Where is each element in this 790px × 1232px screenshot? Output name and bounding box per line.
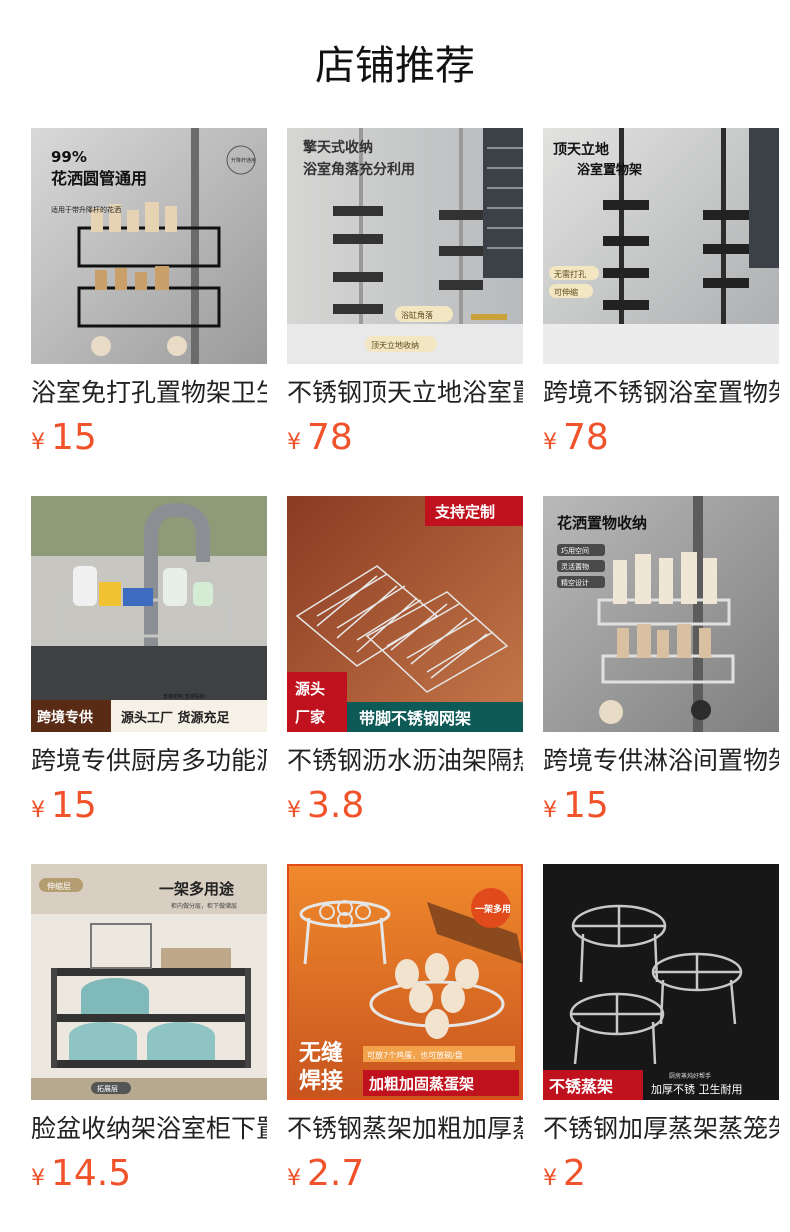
image-bigtext: 焊接 <box>299 1069 343 1094</box>
product-name[interactable]: 不锈钢顶天立地浴室置物架 <box>287 376 523 410</box>
product-image[interactable]: 支持定制 源头 厂家 带脚不锈钢网架 <box>287 496 523 732</box>
image-tag: 拓展层 <box>97 1084 118 1093</box>
currency-symbol: ¥ <box>287 1166 301 1191</box>
product-price: ¥15 <box>31 416 97 466</box>
image-headline: 花洒圆管通用 <box>51 169 147 188</box>
product-card[interactable]: 花洒置物收纳 巧用空间 灵活置物 精空设计 跨境专供淋浴间置物架 ¥15 <box>543 496 779 826</box>
product-name[interactable]: 不锈钢沥水沥油架隔热架 <box>287 744 523 778</box>
product-card[interactable]: 顶天立地 浴室置物架 无需打孔 可伸缩 跨境不锈钢浴室置物架 ¥78 <box>543 128 779 458</box>
product-image[interactable]: 擎天式收纳 浴室角落充分利用 浴缸角落 顶天立地收纳 <box>287 128 523 364</box>
product-image[interactable]: 花洒置物收纳 巧用空间 灵活置物 精空设计 <box>543 496 779 732</box>
product-image[interactable]: 不锈蒸架 厨房蒸炖好帮手 加厚不锈 卫生耐用 <box>543 864 779 1100</box>
product-name[interactable]: 跨境专供淋浴间置物架 <box>543 744 779 778</box>
price-value: 2.7 <box>307 1153 365 1194</box>
product-price: ¥2.7 <box>287 1152 364 1202</box>
price-value: 15 <box>563 785 609 826</box>
currency-symbol: ¥ <box>31 798 45 823</box>
image-bigtext: 无缝 <box>299 1040 343 1066</box>
image-stamp: 升降杆通用 <box>231 157 256 164</box>
product-price: ¥78 <box>543 416 609 466</box>
image-headline: 擎天式收纳 <box>303 139 373 156</box>
currency-symbol: ¥ <box>543 1166 557 1191</box>
image-tag: 伸缩层 <box>47 881 71 891</box>
product-name[interactable]: 浴室免打孔置物架卫生间 <box>31 376 267 410</box>
image-badge: 厂家 <box>295 708 325 726</box>
image-badge: 源头 <box>295 680 325 698</box>
product-card[interactable]: 99% 花洒圆管通用 适用于带升降杆的花洒 升降杆通用 浴室免打孔置物架卫生间 … <box>31 128 267 458</box>
price-value: 15 <box>51 417 97 458</box>
image-tag: 浴缸角落 <box>401 310 433 320</box>
image-banner: 加粗加固蒸蛋架 <box>368 1075 474 1093</box>
image-subtext: 柜内做分层，柜下做储层 <box>171 902 237 910</box>
image-tag: 顶天立地收纳 <box>371 340 419 350</box>
price-value: 78 <box>563 417 609 458</box>
image-headline: 浴室置物架 <box>577 162 642 178</box>
product-image[interactable]: 一架多用 无缝 焊接 可放7个鸡蛋，也可放碗/盘 加粗加固蒸蛋架 <box>287 864 523 1100</box>
image-subtext: 适用于带升降杆的花洒 <box>51 205 121 214</box>
image-headline: 顶天立地 <box>553 141 609 158</box>
page-title: 店铺推荐 <box>315 43 475 89</box>
image-headline: 一架多用途 <box>159 880 235 898</box>
price-value: 78 <box>307 417 353 458</box>
currency-symbol: ¥ <box>543 430 557 455</box>
image-subtext: 加厚不锈 卫生耐用 <box>651 1082 743 1096</box>
product-price: ¥78 <box>287 416 353 466</box>
product-price: ¥14.5 <box>31 1152 131 1202</box>
image-banner: 源头工厂 货源充足 <box>121 710 231 726</box>
image-tag: 无需打孔 <box>554 269 586 279</box>
image-tag: 可伸缩 <box>554 287 578 297</box>
image-tag: 巧用空间 <box>561 546 589 555</box>
product-card[interactable]: 擎天式收纳 浴室角落充分利用 浴缸角落 顶天立地收纳 不锈钢顶天立地浴室置物架 … <box>287 128 523 458</box>
product-card[interactable]: 一架多用 无缝 焊接 可放7个鸡蛋，也可放碗/盘 加粗加固蒸蛋架 不锈钢蒸架加粗… <box>287 864 523 1194</box>
product-price: ¥15 <box>543 784 609 834</box>
product-price: ¥3.8 <box>287 784 364 834</box>
image-subtext: 可放7个鸡蛋，也可放碗/盘 <box>367 1050 463 1060</box>
image-banner-small: 支持定制 支持贴标 <box>163 693 205 700</box>
product-image[interactable]: 跨境专供 支持定制 支持贴标 源头工厂 货源充足 <box>31 496 267 732</box>
image-headline: 花洒置物收纳 <box>557 514 647 532</box>
product-name[interactable]: 跨境不锈钢浴室置物架 <box>543 376 779 410</box>
product-card[interactable]: 伸缩层 一架多用途 柜内做分层，柜下做储层 拓展层 脸盆收纳架浴室柜下置物架 ¥… <box>31 864 267 1194</box>
image-banner: 不锈蒸架 <box>549 1077 613 1096</box>
product-name[interactable]: 脸盆收纳架浴室柜下置物架 <box>31 1112 267 1146</box>
currency-symbol: ¥ <box>543 798 557 823</box>
currency-symbol: ¥ <box>287 430 301 455</box>
product-image[interactable]: 顶天立地 浴室置物架 无需打孔 可伸缩 <box>543 128 779 364</box>
image-subtext: 厨房蒸炖好帮手 <box>669 1072 711 1080</box>
image-corner-tag: 支持定制 <box>434 503 495 521</box>
product-name[interactable]: 跨境专供厨房多功能沥水架 <box>31 744 267 778</box>
image-circle-tag: 一架多用 <box>475 903 511 915</box>
product-image[interactable]: 伸缩层 一架多用途 柜内做分层，柜下做储层 拓展层 <box>31 864 267 1100</box>
price-value: 2 <box>563 1153 586 1194</box>
product-name[interactable]: 不锈钢蒸架加粗加厚蒸蛋架 <box>287 1112 523 1146</box>
price-value: 15 <box>51 785 97 826</box>
image-headline: 浴室角落充分利用 <box>303 161 415 178</box>
product-card[interactable]: 不锈蒸架 厨房蒸炖好帮手 加厚不锈 卫生耐用 不锈钢加厚蒸架蒸笼架 ¥2 <box>543 864 779 1194</box>
product-grid: 99% 花洒圆管通用 适用于带升降杆的花洒 升降杆通用 浴室免打孔置物架卫生间 … <box>31 128 779 1194</box>
product-image[interactable]: 99% 花洒圆管通用 适用于带升降杆的花洒 升降杆通用 <box>31 128 267 364</box>
image-headline: 99% <box>51 148 87 166</box>
price-value: 3.8 <box>307 785 365 826</box>
price-value: 14.5 <box>51 1153 132 1194</box>
image-banner: 带脚不锈钢网架 <box>359 709 471 728</box>
image-tag: 灵活置物 <box>561 562 589 571</box>
currency-symbol: ¥ <box>31 1166 45 1191</box>
currency-symbol: ¥ <box>287 798 301 823</box>
product-card[interactable]: 跨境专供 支持定制 支持贴标 源头工厂 货源充足 跨境专供厨房多功能沥水架 ¥1… <box>31 496 267 826</box>
product-price: ¥2 <box>543 1152 586 1202</box>
currency-symbol: ¥ <box>31 430 45 455</box>
image-banner: 跨境专供 <box>37 709 93 726</box>
image-tag: 精空设计 <box>561 578 589 587</box>
product-price: ¥15 <box>31 784 97 834</box>
product-card[interactable]: 支持定制 源头 厂家 带脚不锈钢网架 不锈钢沥水沥油架隔热架 ¥3.8 <box>287 496 523 826</box>
product-name[interactable]: 不锈钢加厚蒸架蒸笼架 <box>543 1112 779 1146</box>
